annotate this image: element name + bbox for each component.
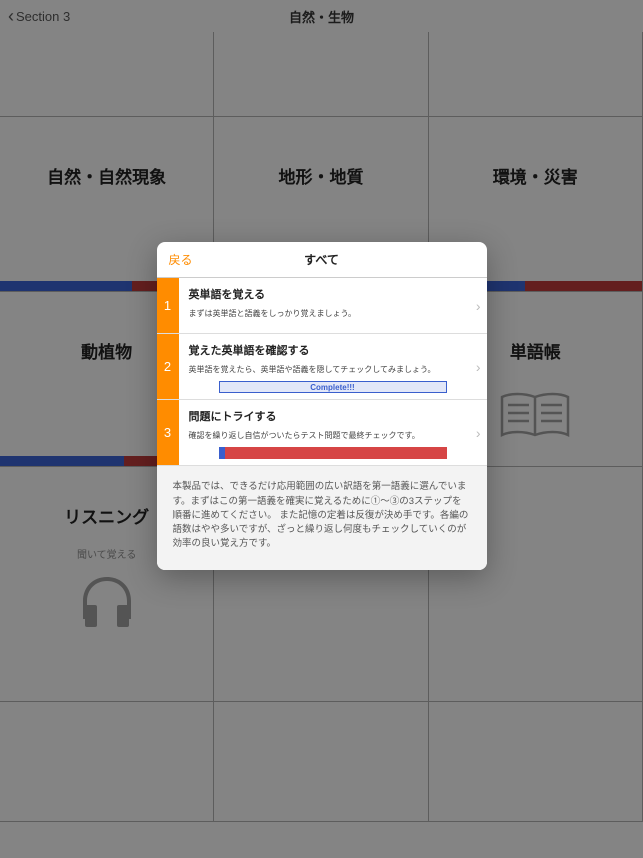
step-number: 1 [157,278,179,333]
modal-footer-text: 本製品では、できるだけ応用範囲の広い訳語を第一語義に選んでいます。まずはこの第一… [157,466,487,569]
step-progress [219,447,447,459]
steps-modal: 戻る すべて 1 英単語を覚える まずは英単語と語義をしっかり覚えましょう。 ›… [157,242,487,570]
step-desc: まずは英単語と語義をしっかり覚えましょう。 [189,308,477,319]
step-number: 3 [157,400,179,465]
step-item-2[interactable]: 2 覚えた英単語を確認する 英単語を覚えたら、英単語や語義を隠してチェックしてみ… [157,334,487,400]
modal-back-button[interactable]: 戻る [169,251,193,268]
chevron-right-icon: › [476,425,481,441]
step-title: 覚えた英単語を確認する [189,342,477,358]
chevron-right-icon: › [476,298,481,314]
complete-label: Complete!!! [219,381,447,393]
step-item-3[interactable]: 3 問題にトライする 確認を繰り返し自信がついたらテスト問題で最終チェックです。… [157,400,487,466]
step-number: 2 [157,334,179,399]
step-desc: 確認を繰り返し自信がついたらテスト問題で最終チェックです。 [189,430,477,441]
step-desc: 英単語を覚えたら、英単語や語義を隠してチェックしてみましょう。 [189,364,477,375]
step-progress: Complete!!! [219,381,447,393]
step-title: 問題にトライする [189,408,477,424]
modal-header: 戻る すべて [157,242,487,278]
modal-overlay[interactable]: 戻る すべて 1 英単語を覚える まずは英単語と語義をしっかり覚えましょう。 ›… [0,0,643,858]
chevron-right-icon: › [476,359,481,375]
step-title: 英単語を覚える [189,286,477,302]
step-item-1[interactable]: 1 英単語を覚える まずは英単語と語義をしっかり覚えましょう。 › [157,278,487,334]
modal-title: すべて [157,251,487,268]
